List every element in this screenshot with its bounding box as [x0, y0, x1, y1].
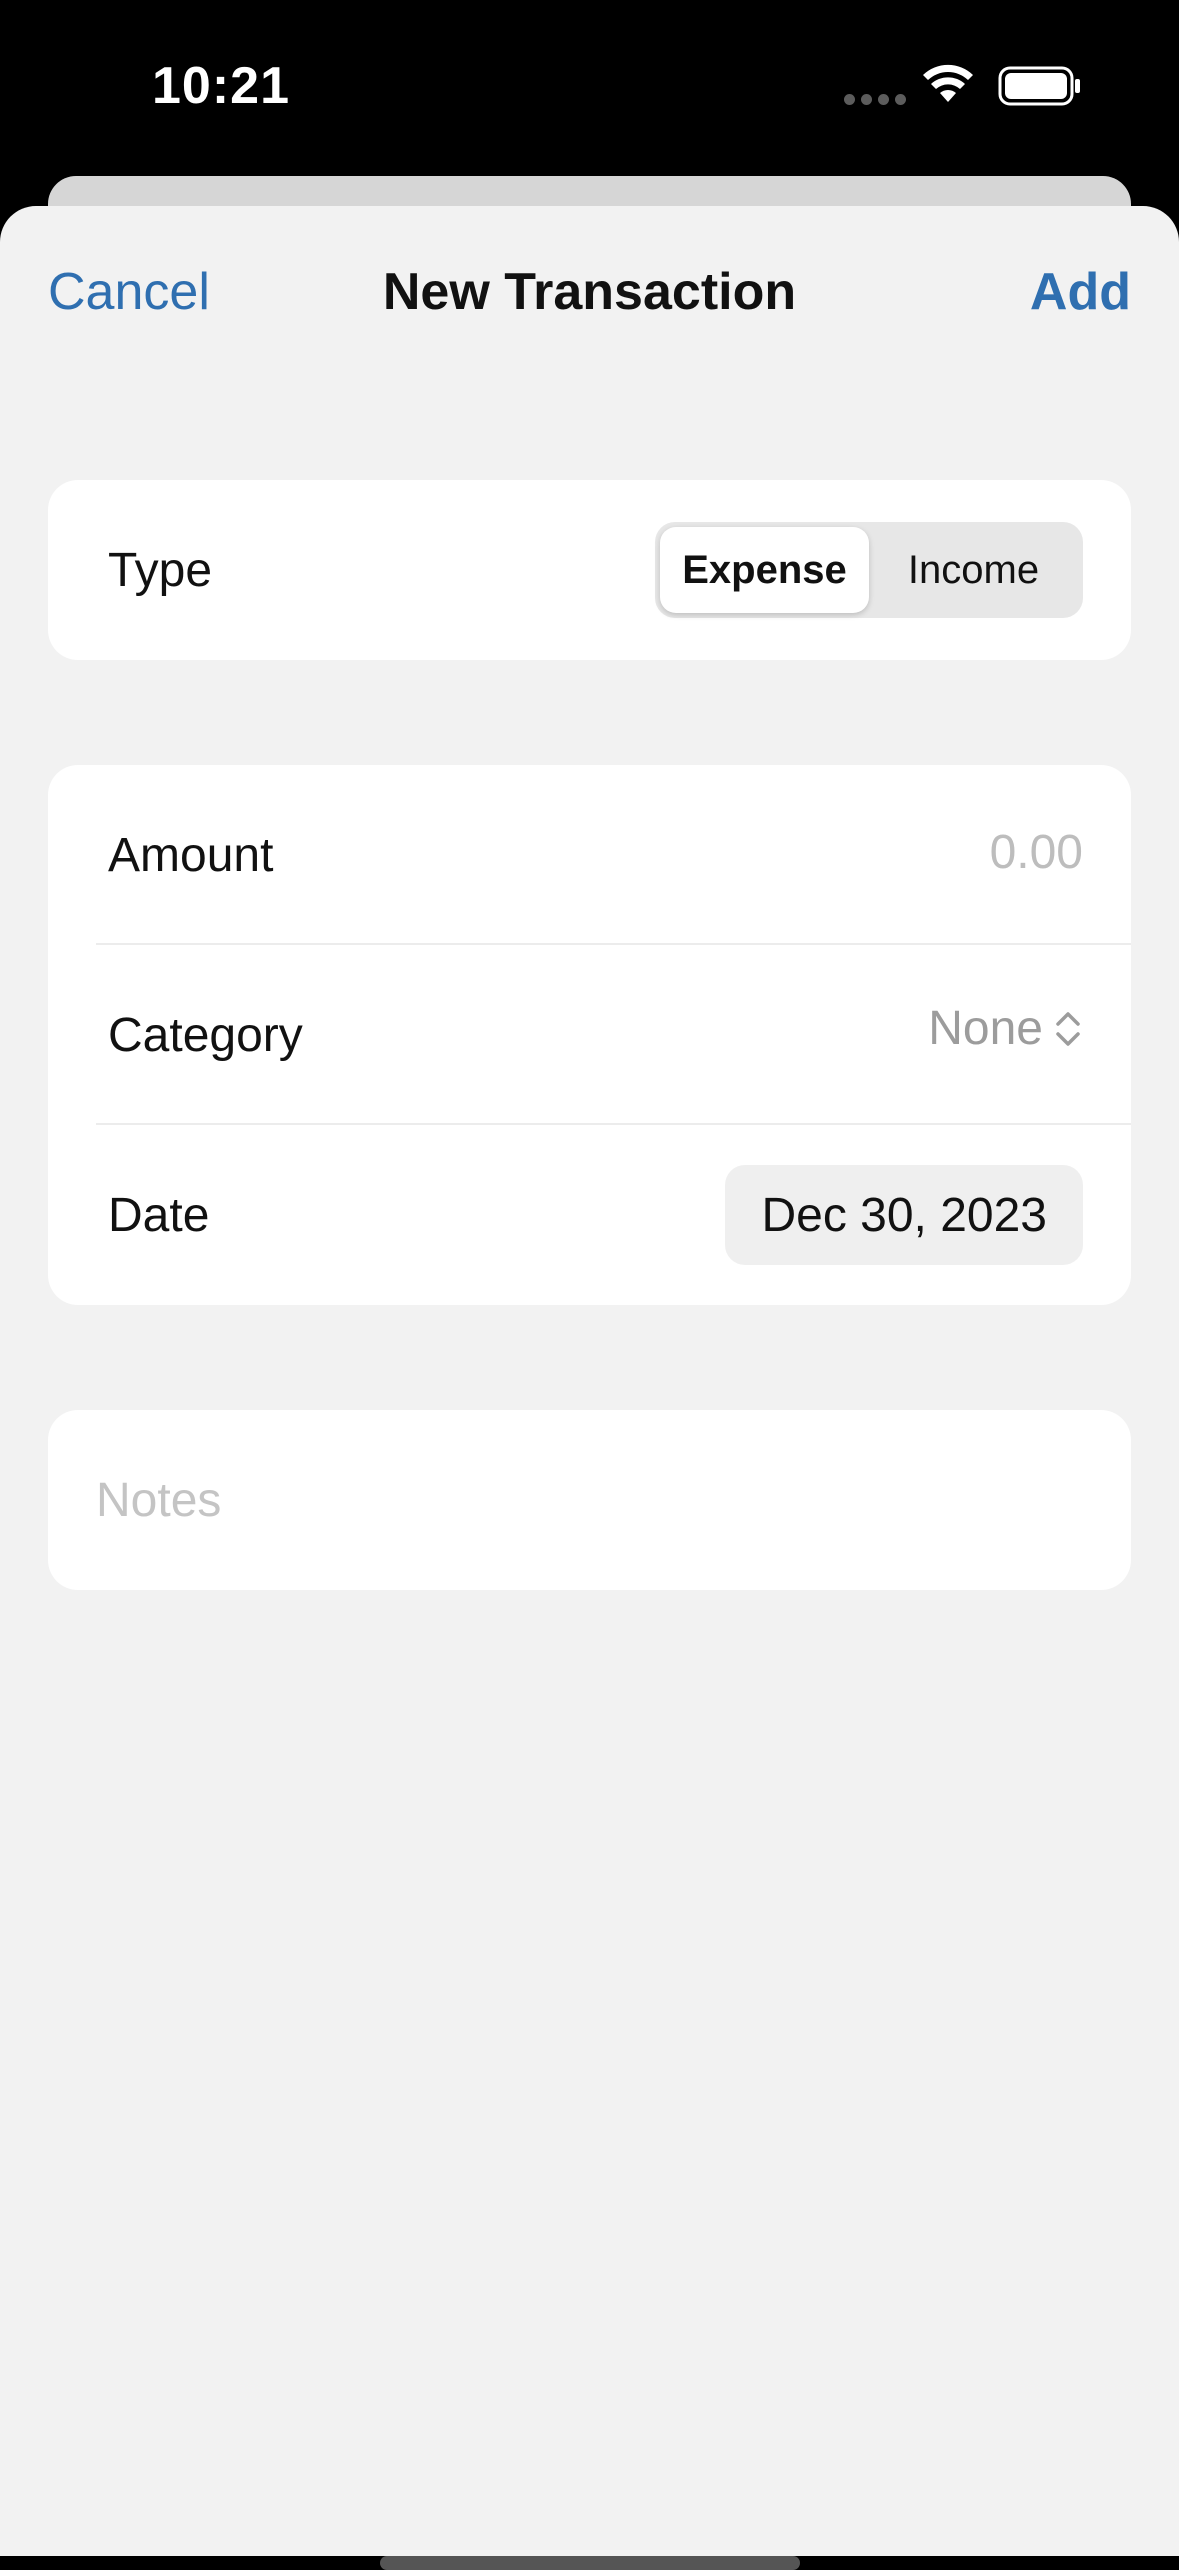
add-button[interactable]: Add: [1030, 262, 1131, 322]
category-picker[interactable]: None: [928, 1001, 1083, 1056]
status-time: 10:21: [152, 57, 290, 115]
notes-card: [48, 1410, 1131, 1590]
category-row: Category None: [48, 945, 1131, 1125]
category-label: Category: [108, 1008, 303, 1062]
type-segmented-control: Expense Income: [655, 522, 1083, 618]
date-row: Date Dec 30, 2023: [48, 1125, 1131, 1305]
type-row: Type Expense Income: [48, 480, 1131, 660]
type-card: Type Expense Income: [48, 480, 1131, 660]
wifi-icon: [923, 64, 973, 102]
date-picker-button[interactable]: Dec 30, 2023: [725, 1165, 1083, 1265]
segment-income[interactable]: Income: [869, 527, 1078, 613]
amount-input[interactable]: [483, 825, 1083, 880]
type-label: Type: [108, 543, 213, 597]
status-bar: 10:21: [0, 0, 1179, 176]
new-transaction-sheet: Cancel New Transaction Add Type Expense …: [0, 206, 1179, 2570]
segment-expense[interactable]: Expense: [660, 527, 869, 613]
details-card: Amount Category None Date Dec 30, 2023: [48, 765, 1131, 1305]
category-value: None: [928, 1002, 1043, 1055]
cellular-signal-icon: [844, 94, 906, 105]
chevron-up-down-icon: [1056, 1011, 1080, 1046]
battery-icon: [998, 66, 1080, 106]
cancel-button[interactable]: Cancel: [48, 262, 210, 322]
amount-label: Amount: [108, 828, 274, 882]
date-label: Date: [108, 1188, 210, 1242]
notes-input[interactable]: [96, 1410, 1086, 1590]
home-indicator[interactable]: [380, 2556, 800, 2570]
amount-row: Amount: [48, 765, 1131, 945]
